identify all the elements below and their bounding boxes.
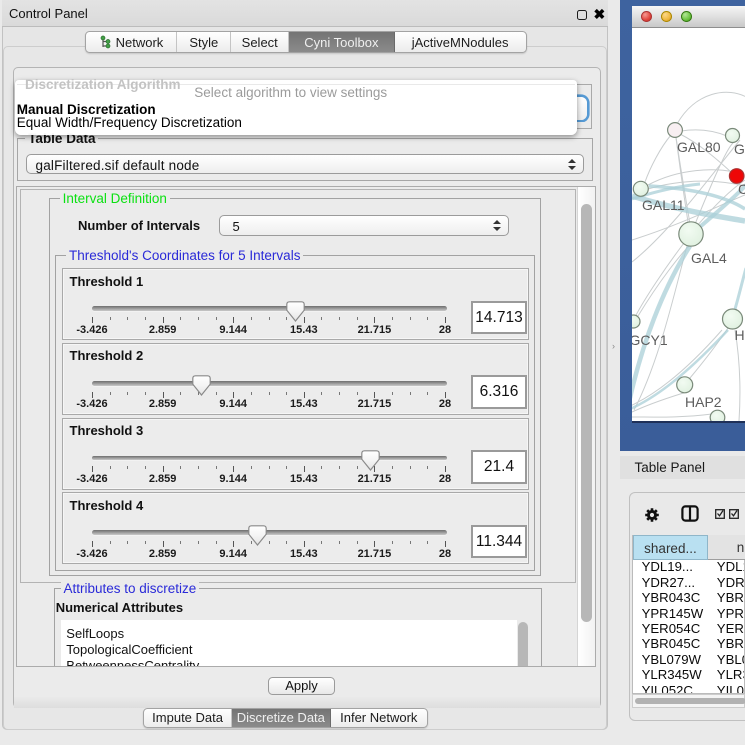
svg-text:H: H bbox=[735, 327, 745, 343]
svg-text:GAL11: GAL11 bbox=[642, 197, 685, 213]
svg-text:HAP2: HAP2 bbox=[685, 394, 722, 410]
svg-text:GAL4: GAL4 bbox=[691, 250, 727, 266]
svg-text:GAL80: GAL80 bbox=[677, 139, 721, 155]
svg-text:GA: GA bbox=[734, 141, 745, 157]
svg-text:CA: CA bbox=[738, 181, 745, 197]
svg-text:GCY1: GCY1 bbox=[632, 332, 668, 348]
